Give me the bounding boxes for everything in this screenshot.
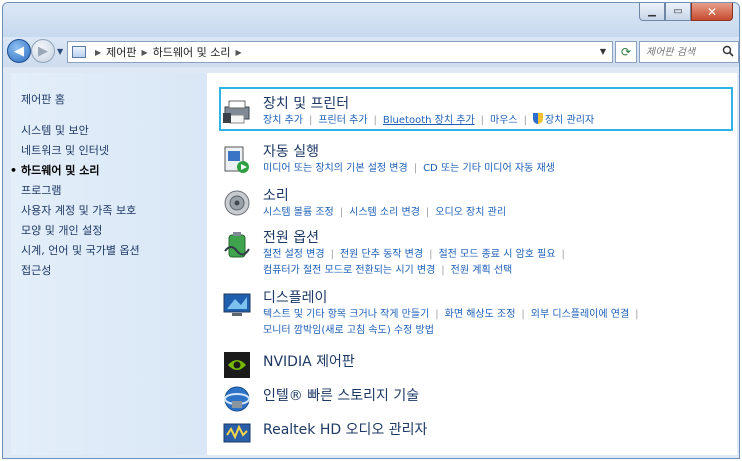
main-content-pane: 장치 및 프린터 장치 추가 | 프린터 추가 | Bluetooth 장치 추가 | 마우… xyxy=(207,73,737,455)
nav-clock-language[interactable]: 시계, 언어 및 국가별 옵션 xyxy=(21,241,140,261)
play-cds-automatically-link[interactable]: CD 또는 기타 미디어 자동 재생 xyxy=(423,163,555,174)
divider: | xyxy=(413,163,418,174)
change-battery-settings-link[interactable]: 절전 설정 변경 xyxy=(263,249,325,260)
power-links: 절전 설정 변경 | 전원 단추 동작 변경 | 절전 모드 종료 시 암호 필요 | 컴퓨… xyxy=(263,247,571,279)
nav-ease-of-access[interactable]: 접근성 xyxy=(21,261,140,281)
device-manager-link[interactable]: 장치 관리자 xyxy=(545,115,594,126)
left-navigation-pane: 제어판 홈 시스템 및 보안 네트워크 및 인터넷 하드웨어 및 소리 프로그램… xyxy=(10,73,207,455)
maximize-button[interactable]: ▭ xyxy=(665,3,691,21)
divider: | xyxy=(425,207,430,218)
divider: | xyxy=(441,265,445,276)
realtek-audio-icon xyxy=(223,423,251,443)
add-bluetooth-device-link[interactable]: Bluetooth 장치 추가 xyxy=(383,115,475,126)
divider: | xyxy=(480,115,484,126)
change-default-settings-link[interactable]: 미디어 또는 장치의 기본 설정 변경 xyxy=(263,163,408,174)
shield-icon xyxy=(532,113,543,124)
autoplay-icon xyxy=(224,146,249,173)
choose-power-plan-link[interactable]: 전원 계획 선택 xyxy=(451,265,513,276)
divider: | xyxy=(523,115,527,126)
minimize-button[interactable]: ▁ xyxy=(639,3,665,21)
search-input[interactable] xyxy=(646,46,718,58)
sound-title[interactable]: 소리 xyxy=(263,185,289,205)
forward-arrow-icon: ▶ xyxy=(38,43,48,59)
nav-hardware-sound[interactable]: 하드웨어 및 소리 xyxy=(10,161,140,181)
printer-icon xyxy=(223,100,250,124)
connect-external-display-link[interactable]: 외부 디스플레이에 연결 xyxy=(531,309,629,320)
adjust-screen-resolution-link[interactable]: 화면 해상도 조정 xyxy=(445,309,516,320)
nav-programs[interactable]: 프로그램 xyxy=(21,181,140,201)
divider: | xyxy=(429,249,433,260)
search-box[interactable] xyxy=(639,41,739,63)
back-arrow-icon: ◀ xyxy=(14,43,24,59)
close-button[interactable]: ✕ xyxy=(691,3,733,21)
change-power-buttons-link[interactable]: 전원 단추 동작 변경 xyxy=(340,249,423,260)
search-icon[interactable] xyxy=(722,45,734,57)
divider: | xyxy=(373,115,377,126)
close-icon: ✕ xyxy=(706,4,718,19)
divider: | xyxy=(635,309,639,320)
chevron-right-icon[interactable]: ▶ xyxy=(236,48,242,57)
nav-network-internet[interactable]: 네트워크 및 인터넷 xyxy=(21,141,140,161)
display-title[interactable]: 디스플레이 xyxy=(263,287,327,307)
realtek-audio-manager-title[interactable]: Realtek HD 오디오 관리자 xyxy=(263,419,427,439)
nav-user-accounts[interactable]: 사용자 계정 및 가족 보호 xyxy=(21,201,140,221)
battery-icon xyxy=(224,232,250,258)
nav-system-security[interactable]: 시스템 및 보안 xyxy=(21,121,140,141)
address-dropdown-icon[interactable]: ▼ xyxy=(600,47,606,56)
navigation-row: ◀ ▶ ▼ ▶ 제어판 ▶ 하드웨어 및 소리 ▶ ▼ ⟳ xyxy=(3,37,739,67)
power-options-title[interactable]: 전원 옵션 xyxy=(263,227,319,247)
nvidia-icon xyxy=(224,352,250,378)
breadcrumb-control-panel[interactable]: 제어판 xyxy=(106,44,136,60)
forward-button[interactable]: ▶ xyxy=(31,39,55,63)
left-nav: 제어판 홈 시스템 및 보안 네트워크 및 인터넷 하드웨어 및 소리 프로그램… xyxy=(10,91,140,281)
adjust-system-volume-link[interactable]: 시스템 볼륨 조정 xyxy=(263,207,334,218)
devices-printers-title[interactable]: 장치 및 프린터 xyxy=(263,93,349,113)
make-text-larger-link[interactable]: 텍스트 및 기타 항목 크거나 작게 만들기 xyxy=(263,309,429,320)
divider: | xyxy=(521,309,525,320)
refresh-button[interactable]: ⟳ xyxy=(615,41,637,63)
divider: | xyxy=(339,207,344,218)
change-system-sounds-link[interactable]: 시스템 소리 변경 xyxy=(349,207,420,218)
breadcrumb-hardware-sound[interactable]: 하드웨어 및 소리 xyxy=(153,44,231,60)
intel-storage-icon xyxy=(224,386,250,412)
sound-links: 시스템 볼륨 조정 | 시스템 소리 변경 | 오디오 장치 관리 xyxy=(263,205,506,221)
require-password-wake-link[interactable]: 절전 모드 종료 시 암호 필요 xyxy=(438,249,555,260)
fix-monitor-flicker-link[interactable]: 모니터 깜박임(새로 고침 속도) 수정 방법 xyxy=(263,325,434,336)
manage-audio-devices-link[interactable]: 오디오 장치 관리 xyxy=(435,207,506,218)
autoplay-title[interactable]: 자동 실행 xyxy=(263,141,319,161)
recent-pages-dropdown[interactable]: ▼ xyxy=(57,47,63,56)
divider: | xyxy=(435,309,439,320)
nvidia-control-panel-title[interactable]: NVIDIA 제어판 xyxy=(263,351,355,371)
back-button[interactable]: ◀ xyxy=(7,39,31,63)
nav-appearance[interactable]: 모양 및 개인 설정 xyxy=(21,221,140,241)
devices-links: 장치 추가 | 프린터 추가 | Bluetooth 장치 추가 | 마우스 | 장치 관리자 xyxy=(263,113,594,129)
minimize-icon: ▁ xyxy=(648,6,656,17)
maximize-icon: ▭ xyxy=(673,6,683,17)
divider: | xyxy=(330,249,334,260)
address-bar[interactable]: ▶ 제어판 ▶ 하드웨어 및 소리 ▶ ▼ xyxy=(67,41,613,63)
mouse-link[interactable]: 마우스 xyxy=(490,115,518,126)
chevron-right-icon[interactable]: ▶ xyxy=(95,48,101,57)
control-panel-home-link[interactable]: 제어판 홈 xyxy=(21,91,140,107)
refresh-icon: ⟳ xyxy=(620,45,632,59)
chevron-right-icon[interactable]: ▶ xyxy=(142,48,148,57)
autoplay-links: 미디어 또는 장치의 기본 설정 변경 | CD 또는 기타 미디어 자동 재생 xyxy=(263,161,555,177)
monitor-icon xyxy=(223,293,251,316)
speaker-icon xyxy=(224,190,250,216)
change-sleep-time-link[interactable]: 컴퓨터가 절전 모드로 전환되는 시기 변경 xyxy=(263,265,435,276)
title-bar: ▁ ▭ ✕ xyxy=(3,3,739,37)
intel-rapid-storage-title[interactable]: 인텔® 빠른 스토리지 기술 xyxy=(263,385,419,405)
display-links: 텍스트 및 기타 항목 크거나 작게 만들기 | 화면 해상도 조정 | 외부 디스플레… xyxy=(263,307,645,339)
add-device-link[interactable]: 장치 추가 xyxy=(263,115,303,126)
control-panel-window: ▁ ▭ ✕ ◀ ▶ ▼ ▶ 제어판 ▶ 하드웨어 및 소리 ▶ ▼ ⟳ 제어판 … xyxy=(2,2,740,459)
control-panel-icon xyxy=(72,46,86,58)
divider: | xyxy=(561,249,565,260)
divider: | xyxy=(308,115,313,126)
add-printer-link[interactable]: 프린터 추가 xyxy=(318,115,367,126)
caption-buttons: ▁ ▭ ✕ xyxy=(639,3,733,21)
